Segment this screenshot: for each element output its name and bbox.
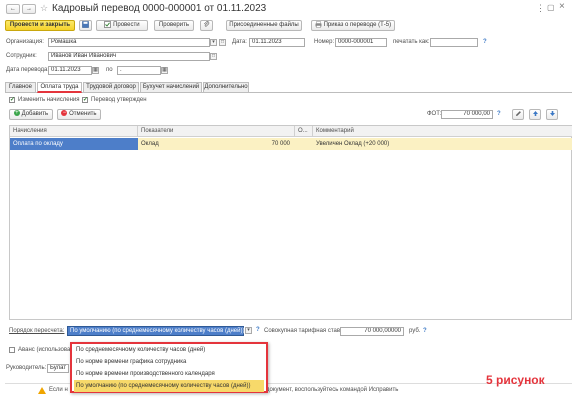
- print-order-button[interactable]: Приказ о переводе (Т-5): [311, 20, 395, 31]
- transfer-date-field[interactable]: 01.11.2023: [48, 66, 92, 75]
- org-dropdown-icon[interactable]: ▾: [210, 39, 217, 46]
- to-date-field[interactable]: .: [117, 66, 161, 75]
- tab-payment[interactable]: Оплата труда: [37, 82, 82, 93]
- warning-text-start: Если н: [49, 387, 68, 393]
- post-and-close-button[interactable]: Провести и закрыть: [5, 20, 75, 31]
- employee-open-icon[interactable]: □: [210, 53, 217, 60]
- tabs-baseline: [5, 92, 572, 93]
- fot-label: ФОТ:: [427, 111, 442, 117]
- help-icon[interactable]: ?: [483, 38, 487, 47]
- recalc-option-employee-schedule[interactable]: По норме времени графика сотрудника: [74, 356, 264, 368]
- add-label: Добавить: [21, 111, 49, 117]
- rate-help-icon[interactable]: ?: [423, 327, 427, 336]
- change-accruals-checkbox[interactable]: ✓: [9, 97, 15, 103]
- cell-accrual[interactable]: Оплата по окладу: [10, 138, 138, 150]
- employee-label: Сотрудник:: [6, 53, 37, 59]
- figure-caption: 5 рисунок: [486, 373, 545, 387]
- org-field[interactable]: Ромашка: [48, 38, 210, 47]
- warning-text-end: документ, воспользуйтесь командой Исправ…: [266, 387, 399, 393]
- cancel-icon: −: [61, 110, 68, 117]
- move-down-button[interactable]: [546, 109, 558, 120]
- rate-unit: руб.: [409, 328, 421, 334]
- recalc-option-default[interactable]: По умолчанию (по среднемесячному количес…: [74, 380, 264, 392]
- arrow-up-icon: [532, 111, 538, 116]
- warning-icon: [38, 387, 46, 394]
- date-field[interactable]: 01.11.2023: [249, 38, 305, 47]
- to-date-label: по: [106, 67, 113, 73]
- print-as-field[interactable]: [430, 38, 478, 47]
- employee-field[interactable]: Иванов Иван Иванович: [48, 52, 210, 61]
- move-up-button[interactable]: [529, 109, 541, 120]
- pencil-icon: [515, 111, 521, 116]
- column-header-comment[interactable]: Комментарий: [313, 126, 572, 137]
- check-button[interactable]: Проверить: [154, 20, 194, 31]
- maximize-icon[interactable]: ▢: [547, 3, 555, 12]
- number-label: Номер:: [314, 39, 335, 45]
- recalc-label: Порядок пересчета:: [9, 328, 65, 334]
- accruals-table: [9, 125, 572, 320]
- add-button[interactable]: + Добавить: [9, 109, 53, 120]
- recalc-help-icon[interactable]: ?: [256, 326, 260, 335]
- calendar-icon[interactable]: ▦: [92, 67, 99, 74]
- advance-label: Аванс (использова: [18, 347, 71, 353]
- cell-amount[interactable]: 70 000: [238, 138, 293, 150]
- save-button[interactable]: [79, 20, 92, 31]
- cancel-label: Отменить: [69, 111, 97, 117]
- manager-field[interactable]: Булат: [47, 364, 69, 373]
- manager-label: Руководитель:: [6, 365, 47, 371]
- cell-indicator[interactable]: Оклад: [138, 138, 238, 150]
- rate-label: Совокупная тарифная ставка:: [264, 328, 348, 334]
- tab-main[interactable]: Главное: [5, 82, 36, 92]
- org-label: Организация:: [6, 39, 44, 45]
- add-icon: +: [13, 110, 20, 117]
- attached-files-button[interactable]: Присоединенные файлы: [226, 20, 302, 31]
- attach-button[interactable]: [200, 20, 213, 31]
- edit-button[interactable]: [512, 109, 524, 120]
- tab-labor-contract[interactable]: Трудовой договор: [83, 82, 139, 92]
- number-field[interactable]: 0000-000001: [335, 38, 387, 47]
- transfer-approved-checkbox[interactable]: ✓: [82, 97, 88, 103]
- cell-comment[interactable]: Увеличен Оклад (+20 000): [313, 138, 572, 150]
- star-icon[interactable]: ☆: [40, 3, 48, 14]
- change-accruals-label: Изменить начисления: [18, 97, 80, 103]
- transfer-approved-label: Перевод утвержден: [91, 97, 147, 103]
- to-calendar-icon[interactable]: ▦: [161, 67, 168, 74]
- tab-accrual-accounting[interactable]: Бухучет начислений: [140, 82, 202, 92]
- post-icon: [104, 21, 112, 28]
- tab-additional[interactable]: Дополнительно: [203, 82, 249, 92]
- window-title: Кадровый перевод 0000-000001 от 01.11.20…: [52, 3, 267, 14]
- recalc-option-monthly-hours[interactable]: По среднемесячному количеству часов (дне…: [74, 344, 264, 356]
- more-options-icon[interactable]: ⋮: [536, 3, 545, 14]
- recalc-dropdown-icon[interactable]: ▾: [245, 327, 252, 334]
- recalc-select[interactable]: По умолчанию (по среднемесячному количес…: [67, 326, 244, 336]
- transfer-date-label: Дата перевода:: [6, 67, 50, 73]
- org-open-icon[interactable]: □: [219, 39, 226, 46]
- rate-field: 70 000,00000: [340, 327, 404, 336]
- print-as-label: печатать как:: [393, 39, 430, 45]
- recalc-option-production-calendar[interactable]: По норме времени производственного кален…: [74, 368, 264, 380]
- cancel-accrual-button[interactable]: − Отменить: [57, 109, 101, 120]
- paperclip-icon: [203, 21, 210, 27]
- date-label: Дата:: [232, 39, 247, 45]
- column-header-indicators[interactable]: Показатели: [138, 126, 295, 137]
- arrow-down-icon: [549, 111, 555, 116]
- post-label: Провести: [113, 22, 140, 29]
- back-button[interactable]: ←: [6, 4, 20, 14]
- fot-help-icon[interactable]: ?: [497, 110, 501, 119]
- column-header-accrual[interactable]: Начисления: [10, 126, 138, 137]
- save-icon: [82, 21, 89, 28]
- post-button[interactable]: Провести: [96, 20, 148, 31]
- print-order-label: Приказ о переводе (Т-5): [323, 22, 392, 29]
- column-header-o[interactable]: О...: [295, 126, 313, 137]
- fot-field: 70 000,00: [441, 110, 493, 119]
- forward-button[interactable]: →: [22, 4, 36, 14]
- recalc-value: По умолчанию (по среднемесячному количес…: [70, 328, 245, 334]
- advance-checkbox[interactable]: [9, 347, 15, 353]
- printer-icon: [315, 21, 322, 28]
- close-icon[interactable]: ×: [559, 1, 565, 12]
